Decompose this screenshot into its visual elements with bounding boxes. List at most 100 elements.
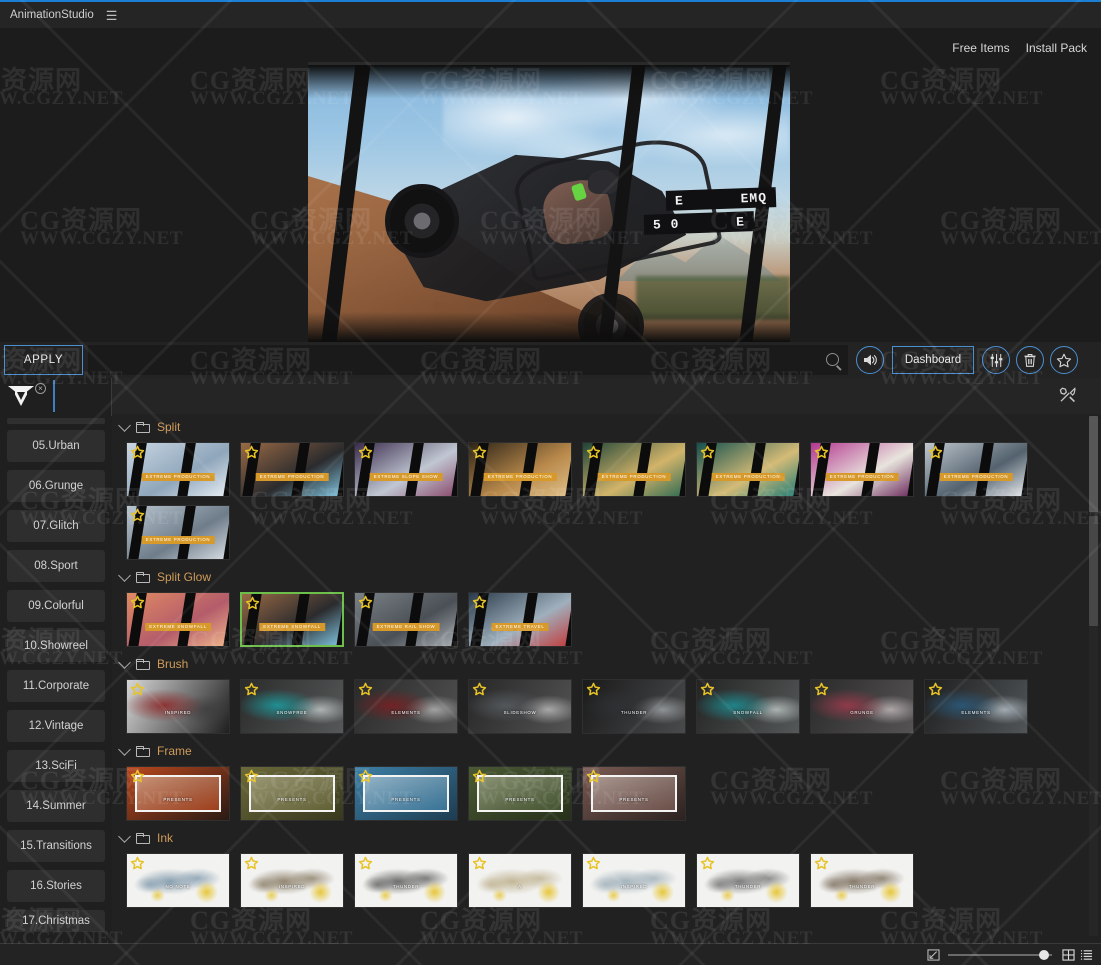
favorite-star-icon[interactable] — [130, 856, 145, 871]
sidebar-item-10-showreel[interactable]: 10.Showreel — [7, 630, 105, 662]
list-view-icon[interactable] — [1080, 949, 1093, 961]
favorite-star-icon[interactable] — [700, 445, 715, 460]
dashboard-button[interactable]: Dashboard — [892, 346, 974, 374]
favorite-star-icon[interactable] — [586, 445, 601, 460]
grid-view-icon[interactable] — [1062, 949, 1075, 961]
chevron-down-icon[interactable] — [118, 568, 131, 582]
sidebar-item-09-colorful[interactable]: 09.Colorful — [7, 590, 105, 622]
chevron-down-icon[interactable] — [118, 418, 131, 432]
sidebar-item-07-glitch[interactable]: 07.Glitch — [7, 510, 105, 542]
scrollbar-thumb[interactable] — [1089, 416, 1098, 512]
preset-thumbnail[interactable]: SNOWFALL — [696, 679, 800, 734]
favorite-star-icon[interactable] — [586, 769, 601, 784]
preset-thumbnail[interactable]: A — [468, 853, 572, 908]
preset-thumbnail[interactable]: EXTREME PRODUCTION — [810, 442, 914, 497]
delete-button[interactable] — [1016, 346, 1044, 374]
group-header-split[interactable]: Split — [118, 414, 1101, 440]
sidebar-item-08-sport[interactable]: 08.Sport — [7, 550, 105, 582]
preset-thumbnail[interactable]: THUNDER — [582, 679, 686, 734]
fit-to-screen-icon[interactable] — [927, 949, 940, 961]
preset-thumbnail[interactable]: THUNDER — [354, 853, 458, 908]
favorite-star-icon[interactable] — [130, 445, 145, 460]
sidebar-item-05-urban[interactable]: 05.Urban — [7, 430, 105, 462]
zoom-slider-track[interactable] — [948, 954, 1052, 956]
group-header-ink[interactable]: Ink — [118, 825, 1101, 851]
favorite-star-icon[interactable] — [928, 445, 943, 460]
search-icon[interactable] — [826, 353, 839, 366]
zoom-slider-handle[interactable] — [1039, 950, 1049, 960]
chevron-down-icon[interactable] — [118, 829, 131, 843]
preset-thumbnail[interactable]: EXTREME PRODUCTION — [696, 442, 800, 497]
preset-thumbnail[interactable]: EXTREME PRODUCTION — [126, 442, 230, 497]
sidebar-item-12-vintage[interactable]: 12.Vintage — [7, 710, 105, 742]
favorite-star-icon[interactable] — [130, 682, 145, 697]
favorite-star-icon[interactable] — [814, 856, 829, 871]
sidebar-item-partial-top[interactable] — [7, 418, 105, 424]
preset-thumbnail[interactable]: ELEMENTS — [354, 679, 458, 734]
favorite-star-icon[interactable] — [358, 856, 373, 871]
preset-thumbnail[interactable]: PRESENTS — [354, 766, 458, 821]
preset-thumbnail[interactable]: EXTREME SNOWFALL — [126, 592, 230, 647]
favorite-star-icon[interactable] — [130, 769, 145, 784]
favorite-star-icon[interactable] — [586, 682, 601, 697]
preset-thumbnail[interactable]: PRESENTS — [582, 766, 686, 821]
preset-thumbnail-selected[interactable]: EXTREME SNOWFALL — [240, 592, 344, 647]
preset-thumbnail[interactable]: EXTREME RAIL SHOW — [354, 592, 458, 647]
favorite-button[interactable] — [1050, 346, 1078, 374]
preset-thumbnail[interactable]: PRESENTS — [468, 766, 572, 821]
chevron-down-icon[interactable] — [118, 655, 131, 669]
search-input[interactable] — [88, 345, 848, 375]
preset-thumbnail[interactable]: THUNDER — [810, 853, 914, 908]
preset-thumbnail[interactable]: EXTREME PRODUCTION — [240, 442, 344, 497]
preset-thumbnail[interactable]: SLIDESHOW — [468, 679, 572, 734]
scrollbar-thumb-secondary[interactable] — [1089, 516, 1098, 626]
favorite-star-icon[interactable] — [358, 682, 373, 697]
video-preview[interactable]: E EMQ 5 0 E — [308, 62, 790, 342]
free-items-link[interactable]: Free Items — [952, 41, 1009, 55]
preset-thumbnail[interactable]: EXTREME PRODUCTION — [924, 442, 1028, 497]
favorite-star-icon[interactable] — [586, 856, 601, 871]
sidebar-item-15-transitions[interactable]: 15.Transitions — [7, 830, 105, 862]
search-field-wrapper[interactable] — [88, 345, 848, 375]
preset-thumbnail[interactable]: PRESENTS — [240, 766, 344, 821]
sound-button[interactable] — [856, 346, 884, 374]
preset-thumbnail[interactable]: EXTREME PRODUCTION — [126, 505, 230, 560]
favorite-star-icon[interactable] — [814, 445, 829, 460]
group-header-frame[interactable]: Frame — [118, 738, 1101, 764]
preset-thumbnail[interactable]: INSPIRED — [240, 853, 344, 908]
group-header-split-glow[interactable]: Split Glow — [118, 564, 1101, 590]
hamburger-icon[interactable]: ☰ — [106, 9, 118, 22]
favorite-star-icon[interactable] — [472, 595, 487, 610]
sidebar-item-11-corporate[interactable]: 11.Corporate — [7, 670, 105, 702]
favorite-star-icon[interactable] — [244, 682, 259, 697]
tools-icon[interactable] — [1059, 386, 1077, 404]
sidebar-item-06-grunge[interactable]: 06.Grunge — [7, 470, 105, 502]
install-pack-link[interactable]: Install Pack — [1026, 41, 1087, 55]
favorite-star-icon[interactable] — [700, 856, 715, 871]
favorite-star-icon[interactable] — [472, 856, 487, 871]
sidebar-item-14-summer[interactable]: 14.Summer — [7, 790, 105, 822]
preset-thumbnail[interactable]: EXTREME PRODUCTION — [582, 442, 686, 497]
preset-thumbnail[interactable]: INSPIRED — [582, 853, 686, 908]
preset-thumbnail[interactable]: EXTREME SLOPE SHOW — [354, 442, 458, 497]
favorite-star-icon[interactable] — [358, 769, 373, 784]
favorite-star-icon[interactable] — [928, 682, 943, 697]
favorite-star-icon[interactable] — [814, 682, 829, 697]
sidebar-item-16-stories[interactable]: 16.Stories — [7, 870, 105, 902]
favorite-star-icon[interactable] — [700, 682, 715, 697]
preset-thumbnail[interactable]: THUNDER — [696, 853, 800, 908]
group-header-brush[interactable]: Brush — [118, 651, 1101, 677]
settings-button[interactable] — [982, 346, 1010, 374]
preset-thumbnail[interactable]: ELEMENTS — [924, 679, 1028, 734]
close-icon[interactable]: × — [35, 383, 46, 394]
preset-thumbnail[interactable]: GRUNGE — [810, 679, 914, 734]
favorite-star-icon[interactable] — [244, 445, 259, 460]
favorite-star-icon[interactable] — [245, 596, 260, 611]
preset-thumbnail[interactable]: EXTREME PRODUCTION — [468, 442, 572, 497]
favorite-star-icon[interactable] — [472, 445, 487, 460]
sidebar-item-13-scifi[interactable]: 13.SciFi — [7, 750, 105, 782]
apply-button[interactable]: APPLY — [4, 345, 83, 375]
preset-thumbnail[interactable]: PRESENTS — [126, 766, 230, 821]
favorite-star-icon[interactable] — [130, 508, 145, 523]
favorite-star-icon[interactable] — [472, 682, 487, 697]
